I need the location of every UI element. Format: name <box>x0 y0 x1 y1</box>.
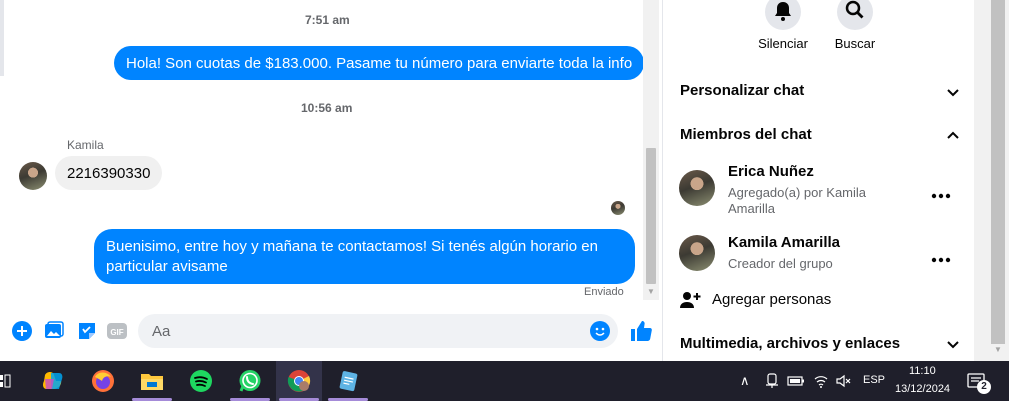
chevron-up-icon[interactable] <box>946 128 960 142</box>
plus-icon[interactable] <box>11 320 33 342</box>
search-label: Buscar <box>834 36 876 51</box>
chat-info-panel: Silenciar Buscar Personalizar chat Miemb… <box>662 0 974 361</box>
chevron-down-icon[interactable] <box>946 338 960 352</box>
thumbs-up-icon[interactable] <box>629 319 653 343</box>
scroll-down-arrow[interactable]: ▼ <box>646 288 656 296</box>
outgoing-message[interactable]: Buenisimo, entre hoy y mañana te contact… <box>94 229 635 284</box>
meet-now-icon[interactable] <box>765 373 779 389</box>
spotify-icon[interactable] <box>189 369 213 393</box>
windows-taskbar: ∧ ESP 11:10 13/12/2024 2 <box>0 361 1009 401</box>
left-divider <box>0 0 4 76</box>
mute-button[interactable] <box>765 0 801 30</box>
firefox-icon[interactable] <box>91 369 115 393</box>
chat-members-section[interactable]: Miembros del chat <box>680 126 812 143</box>
file-explorer-icon[interactable] <box>140 369 164 393</box>
member-name[interactable]: Erica Nuñez <box>728 163 814 180</box>
sender-name: Kamila <box>67 138 104 152</box>
message-text-line: Buenisimo, entre hoy y mañana te contact… <box>106 238 598 255</box>
chat-scrollbar-thumb[interactable] <box>646 148 656 284</box>
mute-label: Silenciar <box>758 36 808 51</box>
message-input-box[interactable] <box>138 314 618 348</box>
message-input[interactable] <box>138 314 558 348</box>
member-subtitle: Agregado(a) por Kamila Amarilla <box>728 185 867 216</box>
delivery-status: Enviado <box>584 286 624 298</box>
message-text-line: particular avisame <box>106 258 228 275</box>
search-button[interactable] <box>837 0 873 30</box>
copilot-icon[interactable] <box>41 369 65 393</box>
member-avatar[interactable] <box>679 170 715 206</box>
timestamp: 7:51 am <box>305 13 350 27</box>
volume-muted-icon[interactable] <box>836 373 852 389</box>
language-indicator[interactable]: ESP <box>863 374 885 386</box>
chevron-down-icon[interactable] <box>946 86 960 100</box>
timestamp: 10:56 am <box>301 101 353 115</box>
add-person-icon[interactable] <box>679 290 701 310</box>
chrome-icon[interactable] <box>287 369 311 393</box>
battery-icon[interactable] <box>787 374 805 388</box>
add-people-button[interactable]: Agregar personas <box>712 291 831 308</box>
notepad-icon[interactable] <box>336 369 360 393</box>
whatsapp-icon[interactable] <box>238 369 262 393</box>
task-view-icon[interactable] <box>0 369 12 393</box>
member-subtitle: Creador del grupo <box>728 256 833 271</box>
message-text: Hola! Son cuotas de $183.000. Pasame tu … <box>126 55 633 72</box>
gif-icon[interactable]: GIF <box>106 320 128 342</box>
clock-time[interactable]: 11:10 <box>909 365 936 377</box>
media-files-links-section[interactable]: Multimedia, archivos y enlaces <box>680 335 900 352</box>
read-receipt-avatar <box>611 201 625 215</box>
outgoing-message[interactable]: Hola! Son cuotas de $183.000. Pasame tu … <box>114 46 645 80</box>
incoming-message[interactable]: 2216390330 <box>55 156 163 190</box>
more-options-icon[interactable] <box>931 186 951 199</box>
clock-date[interactable]: 13/12/2024 <box>895 383 950 395</box>
page-scrollbar-thumb[interactable] <box>991 0 1005 344</box>
avatar[interactable] <box>19 162 47 190</box>
gif-label: GIF <box>110 328 123 337</box>
member-avatar[interactable] <box>679 235 715 271</box>
member-name[interactable]: Kamila Amarilla <box>728 234 840 251</box>
sticker-icon[interactable] <box>76 320 98 342</box>
page-scroll-down-arrow[interactable]: ▼ <box>991 345 1005 357</box>
image-icon[interactable] <box>43 320 65 342</box>
show-hidden-icons-chevron[interactable]: ∧ <box>740 373 750 389</box>
emoji-icon[interactable] <box>590 321 610 341</box>
chat-pane: 7:51 am Hola! Son cuotas de $183.000. Pa… <box>0 0 662 361</box>
more-options-icon[interactable] <box>931 250 951 263</box>
customize-chat-section[interactable]: Personalizar chat <box>680 82 804 99</box>
message-text: 2216390330 <box>67 165 151 182</box>
notification-count-badge: 2 <box>977 380 991 394</box>
wifi-icon[interactable] <box>813 373 829 389</box>
